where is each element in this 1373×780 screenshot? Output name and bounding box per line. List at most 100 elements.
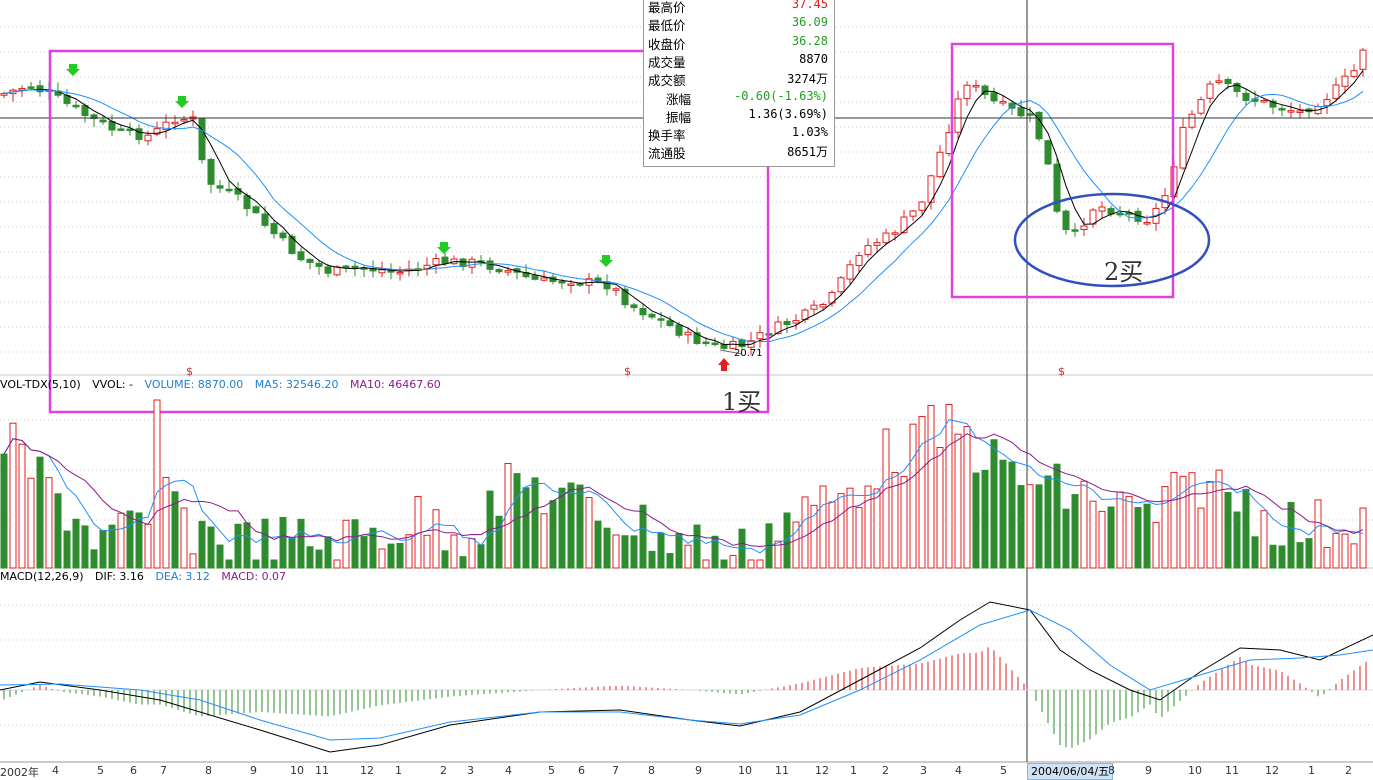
volume-bar <box>1314 499 1322 569</box>
candle-body <box>1053 163 1061 212</box>
volume-bar <box>972 472 980 569</box>
candle-body <box>117 128 125 131</box>
candle-body <box>288 235 296 254</box>
volume-bar <box>324 536 332 569</box>
volume-bar <box>216 544 224 569</box>
candle-body <box>1242 92 1250 101</box>
info-key: 成交量 <box>648 54 686 70</box>
volume-bar <box>288 537 296 569</box>
macd-dif-line <box>0 601 1373 753</box>
candle-body <box>315 262 323 267</box>
candle-body <box>144 134 152 142</box>
candle-body <box>396 271 404 275</box>
volume-bar <box>441 550 449 569</box>
info-key: 最高价 <box>648 0 686 15</box>
volume-bar <box>927 404 935 569</box>
candle-body <box>1224 78 1232 85</box>
candle-body <box>297 251 305 261</box>
candle-body <box>171 121 179 125</box>
volume-bar <box>225 559 233 569</box>
x-axis-label: 8 <box>205 764 212 777</box>
volume-bar <box>207 526 215 569</box>
volume-bar <box>153 399 161 569</box>
volume-bar <box>387 543 395 569</box>
dividend-marker: $ <box>1058 365 1065 378</box>
info-value: 37.45 <box>791 0 828 11</box>
volume-bar <box>855 507 863 569</box>
volume-bar <box>0 453 8 569</box>
candle-body <box>540 277 548 281</box>
volume-bar <box>918 415 926 569</box>
volume-bar <box>909 423 917 569</box>
volume-bar <box>639 504 647 569</box>
candle-body <box>846 264 854 280</box>
candle-body <box>324 266 332 274</box>
candle-body <box>639 308 647 316</box>
volume-bar <box>558 487 566 569</box>
candle-body <box>1341 75 1349 87</box>
volume-bar <box>810 504 818 569</box>
volume-bar <box>1035 484 1043 569</box>
volume-bar <box>9 422 17 569</box>
candle-body <box>1215 80 1223 83</box>
volume-bar <box>27 477 35 569</box>
volume-bar <box>99 529 107 569</box>
volume-bar <box>180 507 188 569</box>
x-axis-label: 2 <box>882 764 889 777</box>
candle-body <box>1026 113 1034 116</box>
volume-bar <box>63 530 71 569</box>
low-price-label: 20.71 <box>734 348 763 359</box>
volume-bar <box>1179 475 1187 569</box>
volume-bar <box>234 523 242 569</box>
candle-body <box>1359 49 1367 70</box>
volume-bar <box>1062 508 1070 569</box>
macd-dea: DEA: 3.12 <box>155 570 210 583</box>
volume-bar <box>252 559 260 569</box>
candle-body <box>1206 83 1214 99</box>
volume-bar <box>963 426 971 569</box>
volume-bar <box>162 476 170 569</box>
candle-body <box>1332 84 1340 99</box>
candle-body <box>954 98 962 133</box>
volume-bar <box>315 549 323 569</box>
candle-body <box>612 288 620 291</box>
volume-bar <box>1008 461 1016 569</box>
candle-body <box>243 195 251 210</box>
volume-bar <box>567 482 575 569</box>
volume-bar <box>999 459 1007 569</box>
volume-bar <box>882 428 890 569</box>
volume-value: VOLUME: 8870.00 <box>144 378 244 391</box>
x-axis-label: 10 <box>1188 764 1202 777</box>
volume-bar <box>342 519 350 569</box>
x-axis-label: 2002年 <box>0 766 39 779</box>
x-axis-label: 9 <box>250 764 257 777</box>
candle-body <box>1044 140 1052 165</box>
candle-body <box>1278 108 1286 111</box>
candle-body <box>666 320 674 326</box>
candle-body <box>486 260 494 270</box>
candle-body <box>351 265 359 269</box>
volume-bar <box>837 493 845 569</box>
info-row: 流通股 8651万 <box>648 143 830 162</box>
volume-bar <box>720 559 728 569</box>
volume-bar <box>684 544 692 569</box>
sell-signal-icon <box>66 64 80 76</box>
candle-body <box>783 320 791 326</box>
volume-bar <box>954 433 962 569</box>
x-axis-label: 6 <box>578 764 585 777</box>
candle-body <box>468 258 476 268</box>
x-axis-label: 2 <box>1345 764 1352 777</box>
candle-body <box>936 151 944 178</box>
candle-body <box>1188 113 1196 128</box>
candle-body <box>333 266 341 276</box>
buy-point-1-label: 1买 <box>722 388 762 416</box>
volume-bar <box>1224 492 1232 569</box>
candle-body <box>567 283 575 286</box>
candle-body <box>756 332 764 340</box>
candle-body <box>378 269 386 274</box>
x-axis-label: 8 <box>648 764 655 777</box>
volume-bar <box>1269 544 1277 569</box>
macd-dea-line <box>0 609 1373 741</box>
volume-bar <box>1044 475 1052 569</box>
info-value: 36.28 <box>791 33 828 48</box>
